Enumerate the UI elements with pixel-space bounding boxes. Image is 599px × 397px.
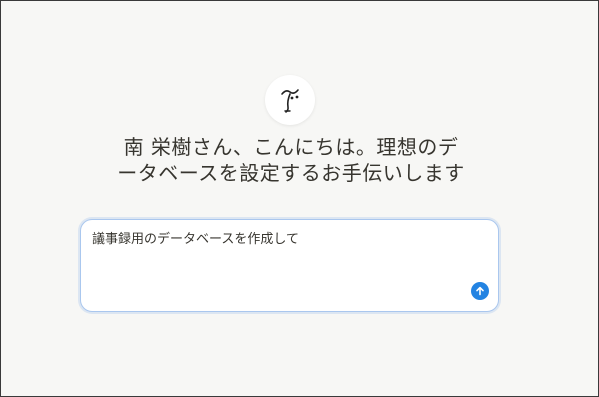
- greeting-heading: 南 栄樹さん、こんにちは。理想のデ ータベースを設定するお手伝いします: [91, 134, 491, 186]
- arrow-up-icon: [476, 286, 484, 296]
- ai-avatar: [265, 75, 315, 125]
- send-button[interactable]: [471, 282, 489, 300]
- prompt-input[interactable]: 議事録用のデータベースを作成して: [92, 232, 462, 248]
- greeting-line-2: ータベースを設定するお手伝いします: [117, 161, 465, 185]
- prompt-input-box[interactable]: 議事録用のデータベースを作成して: [80, 219, 499, 312]
- app-frame: 南 栄樹さん、こんにちは。理想のデ ータベースを設定するお手伝いします 議事録用…: [0, 0, 599, 397]
- greeting-line-1: 南 栄樹さん、こんにちは。理想のデ: [123, 135, 459, 159]
- notion-ai-face-icon: [281, 89, 299, 113]
